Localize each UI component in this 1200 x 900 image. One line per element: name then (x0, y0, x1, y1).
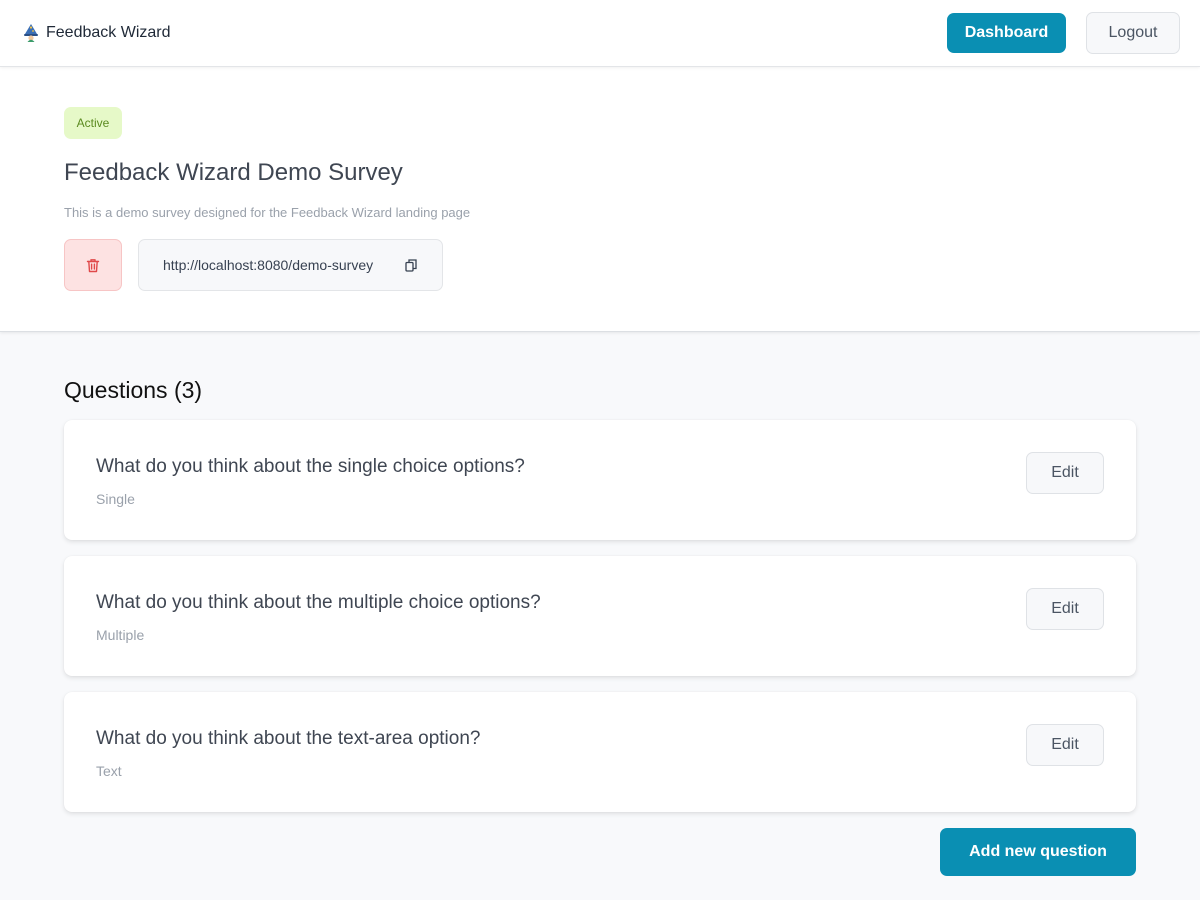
status-badge: Active (64, 107, 122, 139)
top-navbar: Feedback Wizard Dashboard Logout (0, 0, 1200, 67)
question-title: What do you think about the multiple cho… (96, 592, 541, 613)
question-title: What do you think about the text-area op… (96, 728, 481, 749)
trash-icon (86, 258, 100, 272)
survey-link: http://localhost:8080/demo-survey (163, 257, 374, 273)
wizard-hat-icon (24, 24, 38, 42)
survey-title: Feedback Wizard Demo Survey (64, 159, 403, 186)
question-type: Text (96, 763, 122, 779)
add-question-button[interactable]: Add new question (940, 828, 1136, 876)
delete-survey-button[interactable] (64, 239, 122, 291)
question-card: What do you think about the text-area op… (64, 692, 1136, 812)
copy-icon[interactable] (405, 259, 417, 272)
question-card: What do you think about the multiple cho… (64, 556, 1136, 676)
survey-link-copy[interactable]: http://localhost:8080/demo-survey (138, 239, 443, 291)
question-title: What do you think about the single choic… (96, 456, 525, 477)
question-type: Single (96, 491, 135, 507)
question-type: Multiple (96, 627, 145, 643)
survey-description: This is a demo survey designed for the F… (64, 205, 471, 220)
dashboard-button[interactable]: Dashboard (947, 13, 1066, 53)
edit-question-button[interactable]: Edit (1026, 724, 1104, 766)
edit-question-button[interactable]: Edit (1026, 452, 1104, 494)
brand[interactable]: Feedback Wizard (22, 22, 171, 44)
brand-name: Feedback Wizard (46, 24, 171, 41)
edit-question-button[interactable]: Edit (1026, 588, 1104, 630)
survey-header: Active Feedback Wizard Demo Survey This … (0, 67, 1200, 332)
logout-button[interactable]: Logout (1086, 12, 1180, 54)
question-card: What do you think about the single choic… (64, 420, 1136, 540)
questions-heading: Questions (3) (64, 377, 203, 403)
